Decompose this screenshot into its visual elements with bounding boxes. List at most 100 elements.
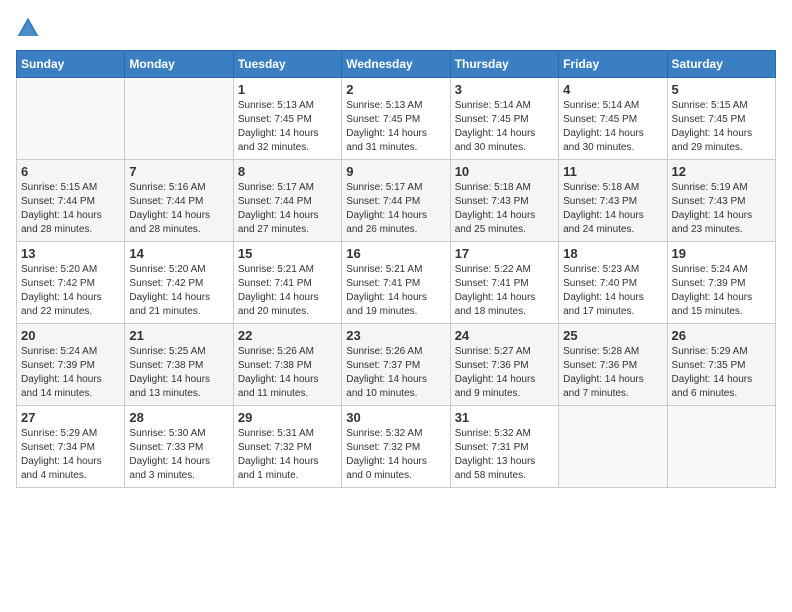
calendar-day: 29 Sunrise: 5:31 AMSunset: 7:32 PMDaylig…: [233, 406, 341, 488]
day-number: 22: [238, 328, 337, 343]
day-number: 9: [346, 164, 445, 179]
day-info: Sunrise: 5:24 AMSunset: 7:39 PMDaylight:…: [672, 264, 753, 317]
day-info: Sunrise: 5:30 AMSunset: 7:33 PMDaylight:…: [129, 428, 210, 481]
calendar-day: 1 Sunrise: 5:13 AMSunset: 7:45 PMDayligh…: [233, 78, 341, 160]
day-info: Sunrise: 5:22 AMSunset: 7:41 PMDaylight:…: [455, 264, 536, 317]
day-info: Sunrise: 5:25 AMSunset: 7:38 PMDaylight:…: [129, 346, 210, 399]
calendar-day: 20 Sunrise: 5:24 AMSunset: 7:39 PMDaylig…: [17, 324, 125, 406]
weekday-header-thursday: Thursday: [450, 51, 558, 78]
day-info: Sunrise: 5:20 AMSunset: 7:42 PMDaylight:…: [129, 264, 210, 317]
calendar-table: SundayMondayTuesdayWednesdayThursdayFrid…: [16, 50, 776, 488]
calendar-week-1: 1 Sunrise: 5:13 AMSunset: 7:45 PMDayligh…: [17, 78, 776, 160]
day-info: Sunrise: 5:26 AMSunset: 7:37 PMDaylight:…: [346, 346, 427, 399]
day-number: 23: [346, 328, 445, 343]
day-number: 19: [672, 246, 771, 261]
weekday-header-saturday: Saturday: [667, 51, 775, 78]
calendar-day: 18 Sunrise: 5:23 AMSunset: 7:40 PMDaylig…: [559, 242, 667, 324]
calendar-day: 13 Sunrise: 5:20 AMSunset: 7:42 PMDaylig…: [17, 242, 125, 324]
calendar-day: 8 Sunrise: 5:17 AMSunset: 7:44 PMDayligh…: [233, 160, 341, 242]
calendar-day: 2 Sunrise: 5:13 AMSunset: 7:45 PMDayligh…: [342, 78, 450, 160]
page-header: [16, 16, 776, 40]
day-info: Sunrise: 5:18 AMSunset: 7:43 PMDaylight:…: [563, 182, 644, 235]
day-info: Sunrise: 5:19 AMSunset: 7:43 PMDaylight:…: [672, 182, 753, 235]
day-number: 21: [129, 328, 228, 343]
calendar-day: 10 Sunrise: 5:18 AMSunset: 7:43 PMDaylig…: [450, 160, 558, 242]
calendar-day: 6 Sunrise: 5:15 AMSunset: 7:44 PMDayligh…: [17, 160, 125, 242]
day-info: Sunrise: 5:20 AMSunset: 7:42 PMDaylight:…: [21, 264, 102, 317]
day-number: 25: [563, 328, 662, 343]
calendar-week-2: 6 Sunrise: 5:15 AMSunset: 7:44 PMDayligh…: [17, 160, 776, 242]
day-info: Sunrise: 5:21 AMSunset: 7:41 PMDaylight:…: [346, 264, 427, 317]
calendar-day: 12 Sunrise: 5:19 AMSunset: 7:43 PMDaylig…: [667, 160, 775, 242]
day-info: Sunrise: 5:18 AMSunset: 7:43 PMDaylight:…: [455, 182, 536, 235]
day-info: Sunrise: 5:17 AMSunset: 7:44 PMDaylight:…: [238, 182, 319, 235]
day-info: Sunrise: 5:13 AMSunset: 7:45 PMDaylight:…: [238, 100, 319, 153]
day-info: Sunrise: 5:28 AMSunset: 7:36 PMDaylight:…: [563, 346, 644, 399]
day-number: 31: [455, 410, 554, 425]
day-number: 13: [21, 246, 120, 261]
calendar-day: 14 Sunrise: 5:20 AMSunset: 7:42 PMDaylig…: [125, 242, 233, 324]
day-info: Sunrise: 5:32 AMSunset: 7:32 PMDaylight:…: [346, 428, 427, 481]
calendar-day: 16 Sunrise: 5:21 AMSunset: 7:41 PMDaylig…: [342, 242, 450, 324]
day-number: 11: [563, 164, 662, 179]
day-number: 14: [129, 246, 228, 261]
calendar-day: 30 Sunrise: 5:32 AMSunset: 7:32 PMDaylig…: [342, 406, 450, 488]
day-info: Sunrise: 5:21 AMSunset: 7:41 PMDaylight:…: [238, 264, 319, 317]
calendar-day: 28 Sunrise: 5:30 AMSunset: 7:33 PMDaylig…: [125, 406, 233, 488]
day-number: 1: [238, 82, 337, 97]
day-info: Sunrise: 5:15 AMSunset: 7:45 PMDaylight:…: [672, 100, 753, 153]
calendar-day: 31 Sunrise: 5:32 AMSunset: 7:31 PMDaylig…: [450, 406, 558, 488]
day-number: 10: [455, 164, 554, 179]
calendar-day: [17, 78, 125, 160]
calendar-week-3: 13 Sunrise: 5:20 AMSunset: 7:42 PMDaylig…: [17, 242, 776, 324]
day-number: 18: [563, 246, 662, 261]
calendar-day: 22 Sunrise: 5:26 AMSunset: 7:38 PMDaylig…: [233, 324, 341, 406]
calendar-day: 27 Sunrise: 5:29 AMSunset: 7:34 PMDaylig…: [17, 406, 125, 488]
day-info: Sunrise: 5:27 AMSunset: 7:36 PMDaylight:…: [455, 346, 536, 399]
day-info: Sunrise: 5:15 AMSunset: 7:44 PMDaylight:…: [21, 182, 102, 235]
weekday-header-monday: Monday: [125, 51, 233, 78]
calendar-day: [125, 78, 233, 160]
day-number: 5: [672, 82, 771, 97]
calendar-week-5: 27 Sunrise: 5:29 AMSunset: 7:34 PMDaylig…: [17, 406, 776, 488]
day-number: 20: [21, 328, 120, 343]
day-number: 24: [455, 328, 554, 343]
calendar-day: [667, 406, 775, 488]
day-info: Sunrise: 5:24 AMSunset: 7:39 PMDaylight:…: [21, 346, 102, 399]
weekday-header-sunday: Sunday: [17, 51, 125, 78]
day-number: 12: [672, 164, 771, 179]
calendar-day: 9 Sunrise: 5:17 AMSunset: 7:44 PMDayligh…: [342, 160, 450, 242]
day-info: Sunrise: 5:16 AMSunset: 7:44 PMDaylight:…: [129, 182, 210, 235]
logo-icon: [16, 16, 40, 40]
day-number: 26: [672, 328, 771, 343]
calendar-week-4: 20 Sunrise: 5:24 AMSunset: 7:39 PMDaylig…: [17, 324, 776, 406]
day-number: 16: [346, 246, 445, 261]
day-info: Sunrise: 5:26 AMSunset: 7:38 PMDaylight:…: [238, 346, 319, 399]
day-number: 27: [21, 410, 120, 425]
day-number: 15: [238, 246, 337, 261]
calendar-day: 17 Sunrise: 5:22 AMSunset: 7:41 PMDaylig…: [450, 242, 558, 324]
calendar-day: 3 Sunrise: 5:14 AMSunset: 7:45 PMDayligh…: [450, 78, 558, 160]
day-number: 28: [129, 410, 228, 425]
calendar-day: 19 Sunrise: 5:24 AMSunset: 7:39 PMDaylig…: [667, 242, 775, 324]
calendar-day: 15 Sunrise: 5:21 AMSunset: 7:41 PMDaylig…: [233, 242, 341, 324]
day-info: Sunrise: 5:13 AMSunset: 7:45 PMDaylight:…: [346, 100, 427, 153]
day-info: Sunrise: 5:14 AMSunset: 7:45 PMDaylight:…: [563, 100, 644, 153]
day-info: Sunrise: 5:32 AMSunset: 7:31 PMDaylight:…: [455, 428, 536, 481]
calendar-day: 4 Sunrise: 5:14 AMSunset: 7:45 PMDayligh…: [559, 78, 667, 160]
day-number: 17: [455, 246, 554, 261]
day-info: Sunrise: 5:23 AMSunset: 7:40 PMDaylight:…: [563, 264, 644, 317]
day-info: Sunrise: 5:17 AMSunset: 7:44 PMDaylight:…: [346, 182, 427, 235]
day-number: 2: [346, 82, 445, 97]
calendar-day: 21 Sunrise: 5:25 AMSunset: 7:38 PMDaylig…: [125, 324, 233, 406]
calendar-day: 7 Sunrise: 5:16 AMSunset: 7:44 PMDayligh…: [125, 160, 233, 242]
day-number: 30: [346, 410, 445, 425]
weekday-header-tuesday: Tuesday: [233, 51, 341, 78]
calendar-day: 5 Sunrise: 5:15 AMSunset: 7:45 PMDayligh…: [667, 78, 775, 160]
weekday-header-friday: Friday: [559, 51, 667, 78]
calendar-day: 23 Sunrise: 5:26 AMSunset: 7:37 PMDaylig…: [342, 324, 450, 406]
day-number: 6: [21, 164, 120, 179]
day-number: 3: [455, 82, 554, 97]
day-info: Sunrise: 5:29 AMSunset: 7:35 PMDaylight:…: [672, 346, 753, 399]
weekday-header-row: SundayMondayTuesdayWednesdayThursdayFrid…: [17, 51, 776, 78]
